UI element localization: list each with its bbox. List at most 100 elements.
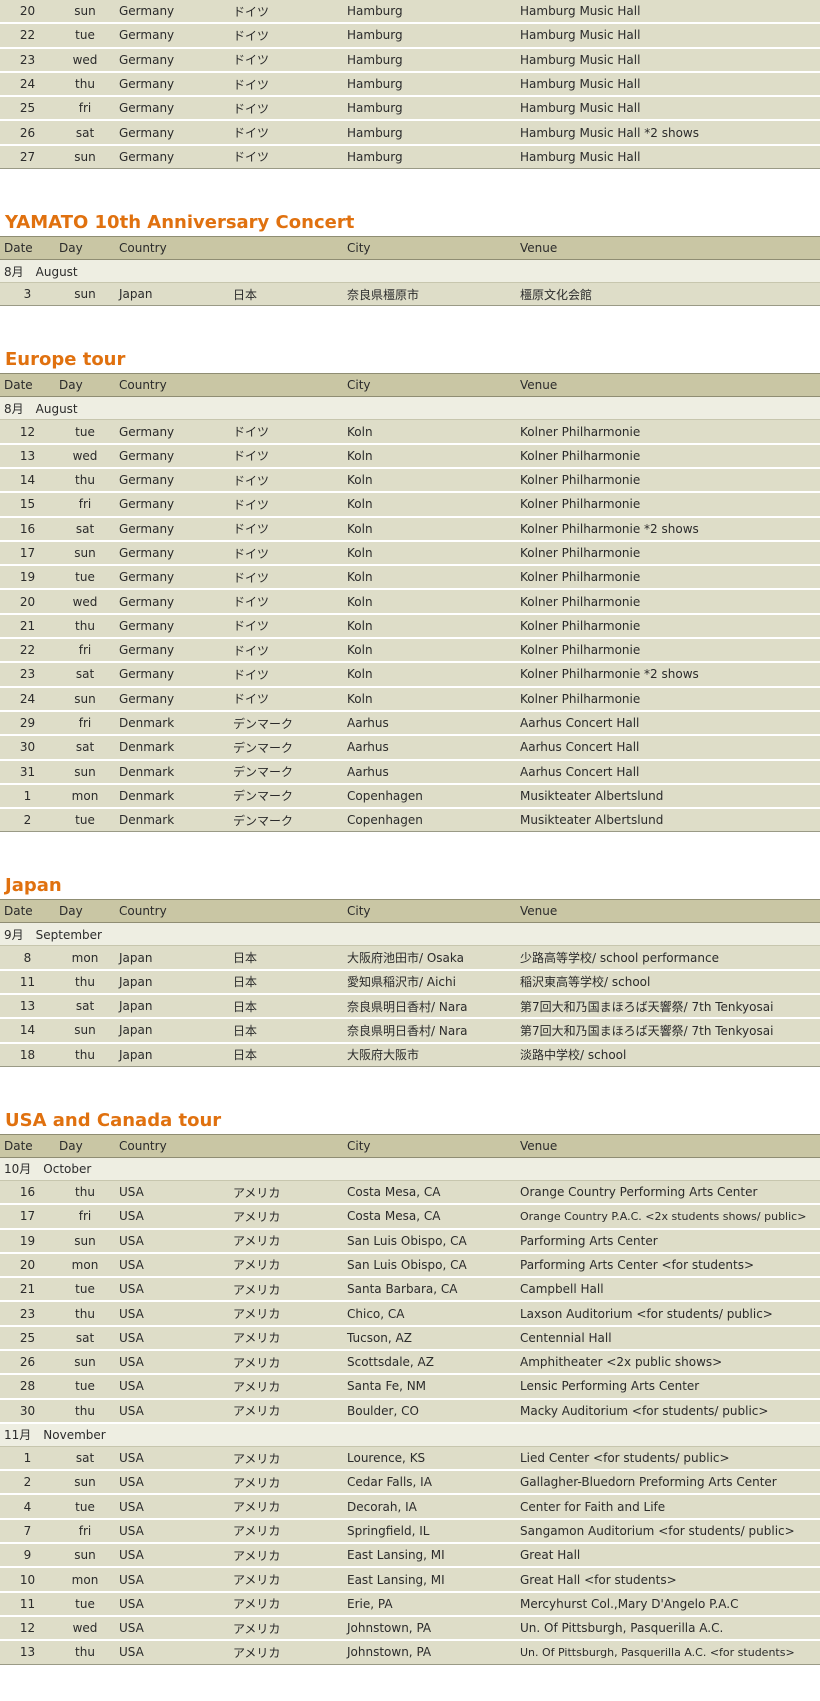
cell-city: Koln [343, 662, 516, 688]
cell-venue: Center for Faith and Life [516, 1494, 820, 1520]
cell-venue: Kolner Philharmonie [516, 419, 820, 445]
section-title: YAMATO 10th Anniversary Concert [5, 212, 355, 234]
cell-date: 12 [0, 1615, 55, 1642]
header-day: Day [55, 1133, 115, 1158]
cell-country: USA [115, 1349, 229, 1376]
cell-country-jp: ドイツ [229, 0, 343, 25]
cell-day: sat [55, 994, 115, 1020]
cell-date: 20 [0, 0, 55, 25]
table-row: 26 sat Germany ドイツ Hamburg Hamburg Music Hall… [0, 120, 820, 146]
cell-day: tue [55, 419, 115, 445]
cell-day: thu [55, 467, 115, 494]
cell-day: tue [55, 565, 115, 591]
cell-country: USA [115, 1640, 229, 1665]
cell-city: Hamburg [343, 71, 516, 98]
cell-city: Hamburg [343, 23, 516, 49]
cell-date: 16 [0, 1180, 55, 1206]
table-row: 16 sat Germany ドイツ Koln Kolner Philharmonie *… [0, 516, 820, 542]
cell-day: thu [55, 1042, 115, 1067]
cell-city: Koln [343, 419, 516, 445]
month-label: 10月 October [0, 1157, 820, 1181]
cell-country-jp: デンマーク [229, 710, 343, 737]
cell-country: USA [115, 1204, 229, 1230]
cell-country: Denmark [115, 710, 229, 737]
cell-country: Denmark [115, 735, 229, 761]
cell-venue: Campbell Hall [516, 1277, 820, 1303]
cell-day: fri [55, 710, 115, 737]
cell-country: Japan [115, 1018, 229, 1044]
cell-date: 13 [0, 994, 55, 1020]
schedule-table: 20 sun Germany ドイツ Hamburg Hamburg Music Hall… [0, 0, 820, 170]
header-date: Date [0, 899, 55, 924]
cell-country: Germany [115, 662, 229, 688]
cell-day: wed [55, 443, 115, 469]
cell-country-jp: 日本 [229, 969, 343, 996]
table-row: 23 sat Germany ドイツ Koln Kolner Philharmonie *… [0, 662, 820, 688]
table-row: 9 sun USA アメリカ East Lansing, MI Great Hall [0, 1543, 820, 1569]
cell-venue: Hamburg Music Hall [516, 23, 820, 49]
table-row: 11 tue USA アメリカ Erie, PA Mercyhurst Col.,Mary… [0, 1591, 820, 1617]
cell-country: USA [115, 1446, 229, 1472]
cell-country-jp: デンマーク [229, 759, 343, 785]
cell-country: Denmark [115, 783, 229, 810]
table-row: 10 mon USA アメリカ East Lansing, MI Great Hall <… [0, 1567, 820, 1593]
cell-date: 12 [0, 419, 55, 445]
cell-venue: Parforming Arts Center <for students> [516, 1252, 820, 1279]
cell-city: 奈良県明日香村/ Nara [343, 1018, 516, 1044]
cell-venue: Great Hall <for students> [516, 1567, 820, 1593]
cell-venue: Hamburg Music Hall [516, 71, 820, 98]
table-row: 11 thu Japan 日本 愛知県稲沢市/ Aichi 稲沢東高等学校/ school [0, 969, 820, 996]
cell-country: USA [115, 1518, 229, 1545]
cell-country-jp: ドイツ [229, 144, 343, 170]
cell-city: Koln [343, 540, 516, 567]
cell-venue: Musikteater Albertslund [516, 783, 820, 810]
header-country-jp [229, 236, 343, 261]
cell-venue: 淡路中学校/ school [516, 1042, 820, 1067]
header-venue: Venue [516, 236, 820, 261]
cell-country: USA [115, 1277, 229, 1303]
cell-city: East Lansing, MI [343, 1567, 516, 1593]
cell-day: thu [55, 1640, 115, 1665]
table-header-row: Date Day Country City Venue [0, 1133, 820, 1158]
cell-date: 4 [0, 1494, 55, 1520]
cell-city: Tucson, AZ [343, 1325, 516, 1351]
header-country: Country [115, 373, 229, 398]
cell-city: Johnstown, PA [343, 1615, 516, 1642]
cell-day: sat [55, 516, 115, 542]
cell-date: 23 [0, 47, 55, 73]
cell-city: Johnstown, PA [343, 1640, 516, 1665]
section-title: USA and Canada tour [5, 1109, 222, 1131]
cell-day: tue [55, 1494, 115, 1520]
cell-country: USA [115, 1374, 229, 1400]
table-row: 23 wed Germany ドイツ Hamburg Hamburg Music Hall [0, 47, 820, 73]
cell-city: Koln [343, 613, 516, 640]
cell-city: Cedar Falls, IA [343, 1470, 516, 1496]
table-row: 29 fri Denmark デンマーク Aarhus Aarhus Concert Ha… [0, 710, 820, 737]
cell-city: Koln [343, 565, 516, 591]
cell-day: sat [55, 735, 115, 761]
cell-venue: Kolner Philharmonie [516, 686, 820, 712]
cell-day: fri [55, 96, 115, 122]
cell-city: Costa Mesa, CA [343, 1204, 516, 1230]
cell-city: Costa Mesa, CA [343, 1180, 516, 1206]
tour-schedule-page: 20 sun Germany ドイツ Hamburg Hamburg Music Hall… [0, 0, 820, 1665]
table-row: 20 sun Germany ドイツ Hamburg Hamburg Music Hall [0, 0, 820, 25]
cell-date: 14 [0, 467, 55, 494]
cell-day: fri [55, 638, 115, 664]
cell-city: 大阪府大阪市 [343, 1042, 516, 1067]
cell-day: mon [55, 783, 115, 810]
cell-country: Germany [115, 144, 229, 170]
cell-day: fri [55, 1518, 115, 1545]
table-row: 12 tue Germany ドイツ Koln Kolner Philharmonie [0, 419, 820, 445]
cell-day: thu [55, 613, 115, 640]
table-row: 1 mon Denmark デンマーク Copenhagen Musikteater Al… [0, 783, 820, 810]
cell-date: 19 [0, 565, 55, 591]
cell-country: Germany [115, 492, 229, 518]
header-city: City [343, 236, 516, 261]
cell-date: 11 [0, 969, 55, 996]
cell-city: Lourence, KS [343, 1446, 516, 1472]
cell-day: wed [55, 47, 115, 73]
table-row: 7 fri USA アメリカ Springfield, IL Sangamon Audit… [0, 1518, 820, 1545]
section-title: Europe tour [5, 349, 126, 371]
cell-country-jp: 日本 [229, 1018, 343, 1044]
